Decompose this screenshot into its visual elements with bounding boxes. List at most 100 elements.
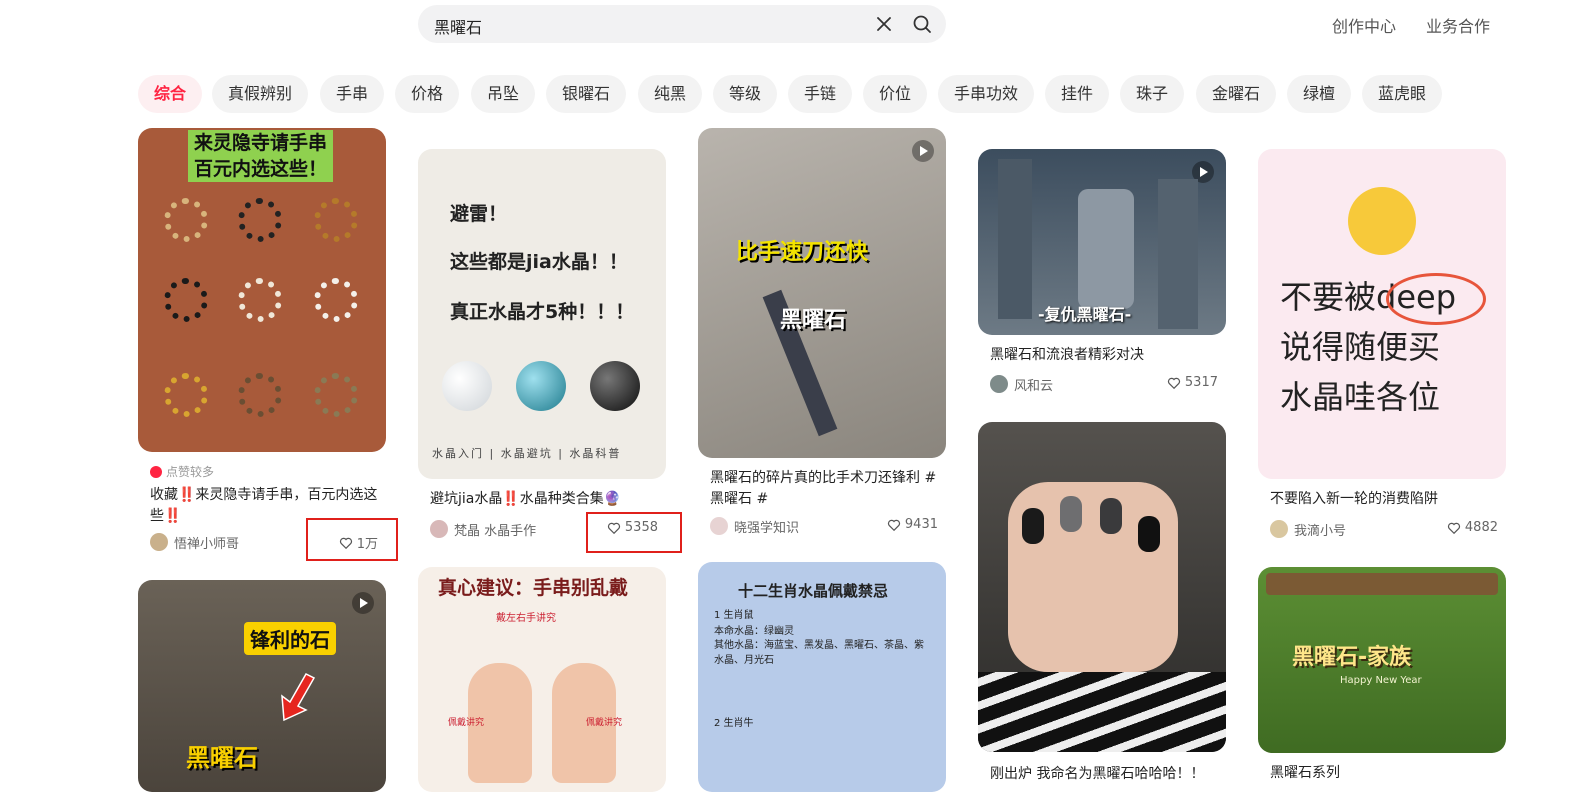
- building: [1158, 179, 1198, 329]
- cover-overlay-title: 真心建议：手串别乱戴: [438, 577, 629, 599]
- cover-footer: 水晶入门 | 水晶避坑 | 水晶科普: [432, 447, 622, 460]
- cover-overlay: -复仇黑曜石-: [1038, 305, 1132, 324]
- chip-price[interactable]: 价格: [395, 75, 460, 113]
- nail: [1138, 516, 1160, 552]
- search-bar[interactable]: 黑曜石: [418, 5, 946, 43]
- crystal-ball-blue: [516, 361, 566, 411]
- chip-gold-obsidian[interactable]: 金曜石: [1196, 75, 1277, 113]
- avatar[interactable]: [150, 533, 168, 551]
- cover-image[interactable]: -复仇黑曜石-: [978, 149, 1226, 335]
- avatar[interactable]: [1270, 520, 1288, 538]
- cover-overlay-top: 锋利的石: [244, 622, 336, 655]
- note-meta: 风和云 5317: [990, 374, 1218, 394]
- highlight-box: [586, 512, 682, 553]
- chip-authenticity[interactable]: 真假辨别: [212, 75, 309, 113]
- cover-label: 佩戴讲究: [586, 718, 623, 728]
- cover-overlay-bottom: 黑曜石: [186, 744, 258, 772]
- search-icon[interactable]: [912, 14, 932, 34]
- note-title[interactable]: 黑曜石和流浪者精彩对决: [990, 345, 1222, 366]
- chip-pendant[interactable]: 吊坠: [471, 75, 536, 113]
- sleeve: [978, 672, 1226, 752]
- avatar[interactable]: [710, 517, 728, 535]
- chip-blue-tiger-eye[interactable]: 蓝虎眼: [1362, 75, 1443, 113]
- note-title[interactable]: 避坑jia水晶‼️水晶种类合集🔮: [430, 489, 662, 510]
- cover-line: 1 生肖鼠: [714, 610, 754, 621]
- avatar[interactable]: [990, 375, 1008, 393]
- play-icon[interactable]: [352, 592, 374, 614]
- cover-image[interactable]: 十二生肖水晶佩戴禁忌 1 生肖鼠 本命水晶：绿幽灵 其他水晶：海蓝宝、黑发晶、黑…: [698, 562, 946, 792]
- nail: [1100, 498, 1122, 534]
- flame-icon: [150, 465, 162, 478]
- creator-center-link[interactable]: 创作中心: [1332, 13, 1396, 37]
- cover-image[interactable]: 真心建议：手串别乱戴 戴左右手讲究 佩戴讲究 佩戴讲究: [418, 567, 666, 792]
- seed-bar: [1266, 573, 1498, 595]
- chip-sandalwood[interactable]: 绿檀: [1287, 75, 1352, 113]
- chip-grade[interactable]: 等级: [713, 75, 778, 113]
- cover-label: 戴左右手讲究: [496, 613, 556, 624]
- cover-overlay: 黑曜石-家族: [1292, 645, 1412, 670]
- red-circle: [1386, 273, 1486, 325]
- cover-line: 其他水晶：海蓝宝、黑发晶、黑曜石、茶晶、紫水晶、月光石: [714, 640, 924, 666]
- highlight-box: [306, 518, 398, 561]
- chip-all[interactable]: 综合: [138, 75, 203, 113]
- building: [998, 159, 1032, 319]
- nail: [1060, 496, 1082, 532]
- chip-beads[interactable]: 珠子: [1120, 75, 1185, 113]
- note-title[interactable]: 不要陷入新一轮的消费陷阱: [1270, 489, 1502, 510]
- author-name[interactable]: 风和云: [1014, 375, 1053, 394]
- heart-icon: [1167, 377, 1180, 389]
- crystal-ball-clear: [442, 361, 492, 411]
- cover-subtitle: Happy New Year: [1340, 675, 1422, 686]
- author-name[interactable]: 晓强学知识: [734, 517, 799, 536]
- chip-bracelet[interactable]: 手串: [320, 75, 385, 113]
- chip-hanging[interactable]: 挂件: [1045, 75, 1110, 113]
- chip-pure-black[interactable]: 纯黑: [638, 75, 703, 113]
- cover-image[interactable]: 避雷！ 这些都是jia水晶！！ 真正水晶才5种！！！ 水晶入门 | 水晶避坑 |…: [418, 149, 666, 479]
- cover-line: 这些都是jia水晶！！: [450, 251, 628, 273]
- cover-overlay-mid: 黑曜石: [780, 308, 847, 333]
- cover-overlay-title: 十二生肖水晶佩戴禁忌: [738, 582, 889, 600]
- heart-icon: [887, 519, 900, 531]
- cover-line: 水晶哇各位: [1280, 378, 1441, 416]
- author-name[interactable]: 悟禅小师哥: [174, 533, 239, 552]
- like-button[interactable]: 4882: [1447, 520, 1498, 535]
- play-icon[interactable]: [912, 140, 934, 162]
- cover-line: 本命水晶：绿幽灵: [714, 626, 794, 637]
- cover-line: 2 生肖牛: [714, 718, 754, 729]
- cover-line: 说得随便买: [1280, 328, 1441, 366]
- note-title[interactable]: 黑曜石系列: [1270, 763, 1502, 784]
- cover-image[interactable]: [978, 422, 1226, 752]
- search-input[interactable]: 黑曜石: [434, 14, 482, 38]
- cover-image[interactable]: 不要被deep 说得随便买 水晶哇各位: [1258, 149, 1506, 479]
- cover-image[interactable]: 比手速刀还快 黑曜石: [698, 128, 946, 458]
- cover-image[interactable]: 锋利的石 黑曜石: [138, 580, 386, 792]
- cover-line: 真正水晶才5种！！！: [450, 301, 635, 323]
- heart-icon: [1447, 522, 1460, 534]
- cover-image[interactable]: 来灵隐寺请手串 百元内选这些！: [138, 128, 386, 452]
- chip-chain[interactable]: 手链: [788, 75, 853, 113]
- robot-figure: [1078, 189, 1134, 309]
- cover-image[interactable]: 黑曜石-家族 Happy New Year: [1258, 567, 1506, 753]
- like-button[interactable]: 5317: [1167, 375, 1218, 390]
- arrow-icon: [281, 673, 316, 722]
- chip-silver-obsidian[interactable]: 银曜石: [546, 75, 627, 113]
- cover-label: 佩戴讲究: [448, 718, 485, 728]
- note-title[interactable]: 刚出炉 我命名为黑曜石哈哈哈！！: [990, 764, 1222, 785]
- avatar[interactable]: [430, 520, 448, 538]
- author-name[interactable]: 我滴小号: [1294, 520, 1346, 539]
- close-icon[interactable]: [874, 14, 894, 34]
- emoji-face: [1348, 187, 1416, 255]
- cover-overlay-title: 来灵隐寺请手串 百元内选这些！: [188, 130, 334, 182]
- business-link[interactable]: 业务合作: [1426, 13, 1490, 37]
- like-count: 5317: [1184, 375, 1218, 390]
- like-button[interactable]: 9431: [887, 517, 938, 532]
- crystal-ball-black: [590, 361, 640, 411]
- hot-tag-label: 点赞较多: [166, 465, 215, 479]
- like-count: 9431: [904, 517, 938, 532]
- author-name[interactable]: 梵晶 水晶手作: [454, 520, 536, 539]
- note-meta: 我滴小号 4882: [1270, 519, 1498, 539]
- note-meta: 晓强学知识 9431: [710, 516, 938, 536]
- chip-effects[interactable]: 手串功效: [938, 75, 1035, 113]
- note-title[interactable]: 黑曜石的碎片真的比手术刀还锋利 #黑曜石 #: [710, 468, 942, 510]
- chip-price-range[interactable]: 价位: [863, 75, 928, 113]
